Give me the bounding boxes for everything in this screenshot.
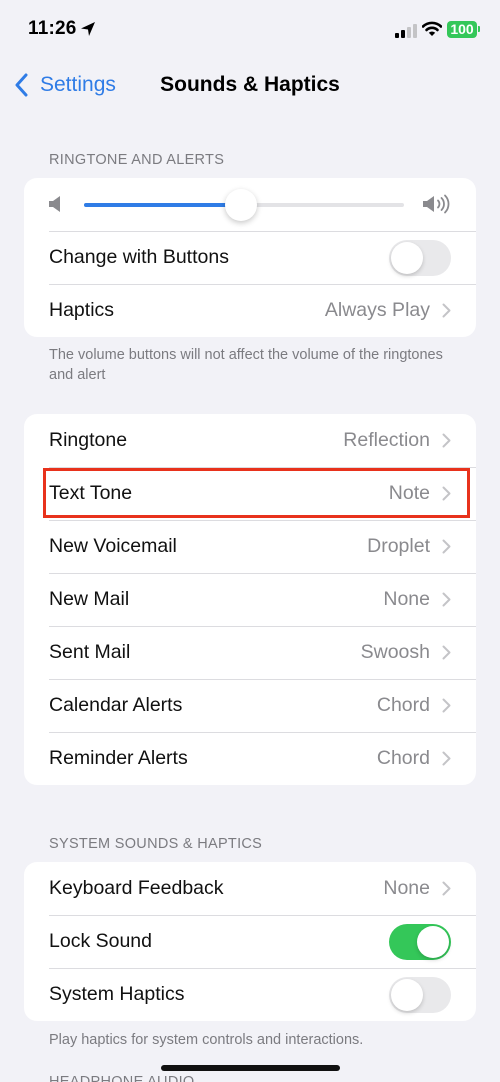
volume-slider[interactable] <box>84 189 404 221</box>
change-with-buttons-label: Change with Buttons <box>49 246 229 268</box>
volume-slider-thumb[interactable] <box>224 189 257 221</box>
navigation-bar: Sounds & Haptics Settings <box>0 60 500 110</box>
keyboard-feedback-label: Keyboard Feedback <box>49 877 224 899</box>
sound-row-value: Chord <box>376 747 430 769</box>
keyboard-feedback-value: None <box>383 877 430 899</box>
sounds-group: Ringtone Reflection Text Tone Note New V… <box>24 414 476 785</box>
section-header-system-sounds: SYSTEM SOUNDS & HAPTICS <box>49 836 263 852</box>
location-arrow-icon <box>81 22 95 36</box>
system-sounds-group: Keyboard Feedback None Lock Sound System… <box>24 862 476 1021</box>
sound-row-sent-mail[interactable]: Sent Mail Swoosh <box>24 626 476 679</box>
chevron-right-icon <box>442 751 451 766</box>
sound-row-label: Ringtone <box>49 429 128 451</box>
wifi-icon <box>422 21 442 36</box>
status-time: 11:26 <box>28 18 77 39</box>
chevron-right-icon <box>442 881 451 896</box>
haptics-label: Haptics <box>49 299 115 321</box>
sound-row-label: Reminder Alerts <box>49 747 188 769</box>
back-button-label: Settings <box>40 73 116 96</box>
section-footer-ringtone-alerts: The volume buttons will not affect the v… <box>49 347 443 383</box>
sound-row-value: None <box>383 588 430 610</box>
sound-row-ringtone[interactable]: Ringtone Reflection <box>24 414 476 467</box>
sound-row-label: New Mail <box>49 588 130 610</box>
sound-row-label: New Voicemail <box>49 535 177 557</box>
sound-row-label: Sent Mail <box>49 641 131 663</box>
cellular-signal-icon <box>395 24 417 38</box>
volume-slider-fill <box>84 203 241 207</box>
ringtone-alerts-group: Change with Buttons Haptics Always Play <box>24 178 476 337</box>
system-haptics-row: System Haptics <box>24 968 476 1021</box>
sound-row-value: Droplet <box>367 535 430 557</box>
chevron-right-icon <box>442 645 451 660</box>
status-bar: 11:26 100 <box>0 0 500 60</box>
sound-row-calendar-alerts[interactable]: Calendar Alerts Chord <box>24 679 476 732</box>
keyboard-feedback-row[interactable]: Keyboard Feedback None <box>24 862 476 915</box>
chevron-right-icon <box>442 486 451 501</box>
change-with-buttons-row: Change with Buttons <box>24 231 476 284</box>
system-haptics-label: System Haptics <box>49 983 185 1005</box>
toggle-knob <box>417 925 449 958</box>
section-footer-system-sounds: Play haptics for system controls and int… <box>49 1032 364 1048</box>
chevron-left-icon <box>15 73 28 97</box>
sound-row-value: Chord <box>376 694 430 716</box>
sound-row-new-mail[interactable]: New Mail None <box>24 573 476 626</box>
lock-sound-row: Lock Sound <box>24 915 476 968</box>
speaker-high-icon <box>423 194 450 214</box>
sound-row-value: Reflection <box>343 429 430 451</box>
chevron-right-icon <box>442 592 451 607</box>
haptics-value: Always Play <box>324 299 430 321</box>
toggle-knob <box>391 978 423 1011</box>
sound-row-new-voicemail[interactable]: New Voicemail Droplet <box>24 520 476 573</box>
sound-row-reminder-alerts[interactable]: Reminder Alerts Chord <box>24 732 476 785</box>
battery-indicator: 100 <box>447 21 477 38</box>
volume-slider-row <box>24 178 476 231</box>
back-button[interactable]: Settings <box>14 72 116 98</box>
lock-sound-toggle[interactable] <box>389 923 451 960</box>
speaker-low-icon <box>49 196 60 212</box>
section-header-headphone-audio: HEADPHONE AUDIO <box>49 1074 195 1082</box>
chevron-right-icon <box>442 698 451 713</box>
sound-row-text-tone[interactable]: Text Tone Note <box>24 467 476 520</box>
chevron-right-icon <box>442 303 451 318</box>
battery-tip <box>478 26 480 32</box>
section-header-ringtone-alerts: RINGTONE AND ALERTS <box>49 152 225 168</box>
lock-sound-label: Lock Sound <box>49 930 152 952</box>
chevron-right-icon <box>442 539 451 554</box>
sound-row-label: Text Tone <box>49 482 133 504</box>
sound-row-value: Note <box>388 482 430 504</box>
system-haptics-toggle[interactable] <box>389 976 451 1013</box>
sound-row-label: Calendar Alerts <box>49 694 183 716</box>
chevron-right-icon <box>442 433 451 448</box>
toggle-knob <box>391 241 423 274</box>
haptics-row[interactable]: Haptics Always Play <box>24 284 476 337</box>
change-with-buttons-toggle[interactable] <box>389 239 451 276</box>
home-indicator[interactable] <box>161 1065 340 1071</box>
sound-row-value: Swoosh <box>360 641 430 663</box>
